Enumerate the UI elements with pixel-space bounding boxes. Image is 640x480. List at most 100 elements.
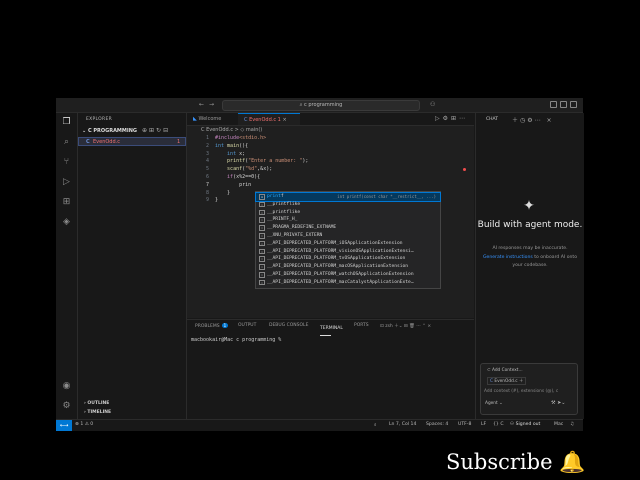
mode-picker[interactable]: Agent ⌄	[485, 401, 503, 406]
tab-welcome[interactable]: ◣ Welcome	[187, 113, 237, 125]
search-label: c programming	[304, 102, 343, 108]
text-icon: ▭	[259, 272, 265, 278]
context-file-chip[interactable]: C EvenOdd.c ＋	[487, 377, 527, 385]
code-line[interactable]: }	[215, 197, 218, 203]
tab-debug-console[interactable]: DEBUG CONSOLE	[269, 323, 308, 328]
code-line[interactable]: }	[215, 190, 230, 196]
terminal-selector[interactable]: ⊡ zsh ＋⌄ ⊟ 🗑 ⋯ ⌃ ×	[380, 323, 431, 329]
suggestion-item[interactable]: ▭ __API_DEPRECATED_PLATFORM_macOSApplicat…	[256, 263, 440, 271]
source-control-icon[interactable]: ⑂	[61, 157, 72, 168]
python-icon[interactable]: ◈	[61, 217, 72, 228]
send-icon[interactable]: ⚒ ➤⌄	[551, 400, 565, 406]
suggestion-item[interactable]: ◈ printf int printf(const char *__restrict…	[255, 192, 441, 202]
generate-instructions-link[interactable]: Generate instructions	[483, 255, 533, 260]
code-line[interactable]: #include<stdio.h>	[215, 135, 266, 141]
code-line[interactable]: if(x%2==0){	[215, 174, 260, 180]
code-line[interactable]: printf("Enter a number: ");	[215, 158, 308, 164]
toggle-secondary-sidebar-icon[interactable]	[570, 101, 577, 108]
editor-actions[interactable]: ▷⚙⊞⋯	[435, 115, 468, 122]
tab-output[interactable]: OUTPUT	[238, 323, 256, 328]
explorer-actions[interactable]: ⊕⊞↻⊟	[142, 127, 170, 134]
outline-section[interactable]: › OUTLINE	[84, 401, 109, 406]
suggestion-label: __PRAGMA_REDEFINE_EXTNAME	[267, 225, 337, 231]
code-line[interactable]: prin	[215, 182, 251, 188]
forward-arrow-icon[interactable]: →	[209, 101, 214, 108]
chat-input[interactable]: Add context (#), extensions (@), c	[484, 389, 558, 394]
vscode-logo-icon: ◣	[193, 116, 197, 122]
suggestion-label: __API_DEPRECATED_PLATFORM_visionOSApplic…	[267, 248, 414, 254]
run-debug-icon[interactable]: ▷	[61, 177, 72, 188]
suggestion-label: __API_DEPRECATED_PLATFORM_macCatalystApp…	[267, 279, 414, 285]
end-of-line[interactable]: LF	[481, 422, 486, 427]
language-label: C	[500, 422, 504, 427]
copilot-icon[interactable]: ⚇	[430, 101, 435, 108]
suggestion-label: __API_DEPRECATED_PLATFORM_watchOSApplica…	[267, 272, 414, 277]
toggle-sidebar-icon[interactable]	[550, 101, 557, 108]
c-file-icon: C	[86, 139, 90, 145]
language-mode[interactable]: {} C	[493, 422, 504, 427]
suggestion-label: __printflike	[267, 201, 301, 207]
code-line[interactable]: int main(){	[215, 143, 248, 149]
folder-label: C PROGRAMMING	[87, 128, 138, 134]
suggestion-widget[interactable]: ◈ printf int printf(const char *__restrict…	[255, 191, 441, 289]
tab-ports[interactable]: PORTS	[354, 323, 369, 328]
command-center-search[interactable]: ⌕ c programming	[222, 100, 420, 111]
suggestion-item[interactable]: ▭ __API_DEPRECATED_PLATFORM_macCatalystAp…	[256, 279, 440, 287]
zoom-icon[interactable]: ⌕	[374, 422, 377, 428]
suggestion-item[interactable]: ▭ __API_DEPRECATED_PLATFORM_iOSApplicatio…	[256, 240, 440, 248]
add-context-button[interactable]: ⊂ Add Context...	[487, 368, 523, 373]
timeline-section[interactable]: › TIMELINE	[84, 410, 111, 415]
search-icon[interactable]: ⌕	[61, 137, 72, 148]
remote-icon[interactable]: ⟷	[56, 420, 72, 431]
instructions-rest: to onboard AI onto	[534, 255, 578, 260]
suggestion-label: __API_DEPRECATED_PLATFORM_tvOSApplicatio…	[267, 256, 406, 262]
chat-heading: Build with agent mode.	[477, 220, 583, 230]
explorer-icon[interactable]: ❐	[61, 117, 72, 128]
problems-count-badge: 1	[221, 323, 229, 328]
extensions-icon[interactable]: ⊞	[61, 197, 72, 208]
chat-disclaimer: AI responses may be inaccurate.	[492, 246, 568, 251]
terminal-prompt[interactable]: macbookair@Mac c programming %	[191, 337, 281, 343]
suggestion-item[interactable]: ▭ __API_DEPRECATED_PLATFORM_tvOSApplicati…	[256, 255, 440, 263]
platform[interactable]: Mac	[554, 422, 563, 427]
text-icon: ▭	[259, 201, 265, 208]
tab-terminal[interactable]: TERMINAL	[320, 323, 343, 336]
gear-icon[interactable]: ⚙	[61, 401, 72, 412]
encoding[interactable]: UTF-8	[458, 422, 471, 427]
folder-name[interactable]: ⌄ C PROGRAMMING	[82, 128, 137, 134]
suggestion-item[interactable]: ▭ __PRAGMA_REDEFINE_EXTNAME	[256, 224, 440, 232]
suggestion-item[interactable]: ▭ __XNU_PRIVATE_EXTERN	[256, 232, 440, 240]
problems-status[interactable]: ⊗ 1 ⚠ 0	[75, 422, 93, 427]
toggle-panel-icon[interactable]	[560, 101, 567, 108]
suggestion-label: __API_DEPRECATED_PLATFORM_iOSApplication…	[267, 240, 403, 246]
suggestion-item[interactable]: ▭ __printflike	[256, 209, 440, 217]
tab-evenodd[interactable]: C EvenOdd.c 1 ×	[238, 113, 300, 125]
chat-input-box[interactable]: ⊂ Add Context... C EvenOdd.c ＋ Add conte…	[480, 363, 578, 415]
copilot-status[interactable]: ⚇ Signed out	[510, 422, 540, 427]
cursor-position[interactable]: Ln 7, Col 14	[389, 422, 416, 427]
bottom-panel: PROBLEMS 1 OUTPUT DEBUG CONSOLE TERMINAL …	[187, 319, 474, 420]
suggestion-label: printf	[267, 194, 284, 199]
suggestion-item[interactable]: ▭ __printflike	[256, 201, 440, 209]
suggestion-item[interactable]: ▭ __PRINTF_H_	[256, 216, 440, 224]
file-item-evenodd[interactable]: C EvenOdd.c 1	[78, 137, 186, 146]
back-arrow-icon[interactable]: ←	[199, 101, 204, 108]
close-icon[interactable]: ×	[282, 117, 286, 123]
tab-welcome-label: Welcome	[198, 116, 222, 122]
tab-problems[interactable]: PROBLEMS 1	[195, 323, 229, 329]
indentation[interactable]: Spaces: 4	[426, 422, 448, 427]
code-line[interactable]: scanf("%d",&x);	[215, 166, 272, 172]
code-line[interactable]: int x;	[215, 151, 245, 157]
suggestion-item[interactable]: ▭ __API_DEPRECATED_PLATFORM_watchOSApplic…	[256, 271, 440, 279]
line-number: 9	[205, 197, 209, 204]
notifications-bell-icon[interactable]: ♫	[570, 422, 574, 427]
warnings-count: 0	[90, 422, 94, 427]
account-icon[interactable]: ◉	[61, 381, 72, 392]
line-number: 8	[205, 189, 209, 196]
activity-bar: ❐ ⌕ ⑂ ▷ ⊞ ◈ ◉ ⚙	[56, 113, 78, 419]
explorer-title: EXPLORER	[86, 117, 113, 122]
breadcrumb[interactable]: C EvenOdd.c > ◇ main()	[201, 127, 262, 133]
editor-tabs: ◣ Welcome C EvenOdd.c 1 × ▷⚙⊞⋯	[187, 113, 474, 126]
suggestion-item[interactable]: ▭ __API_DEPRECATED_PLATFORM_visionOSAppli…	[256, 248, 440, 256]
chat-actions[interactable]: ＋◷⚙⋯ ×	[512, 115, 554, 124]
